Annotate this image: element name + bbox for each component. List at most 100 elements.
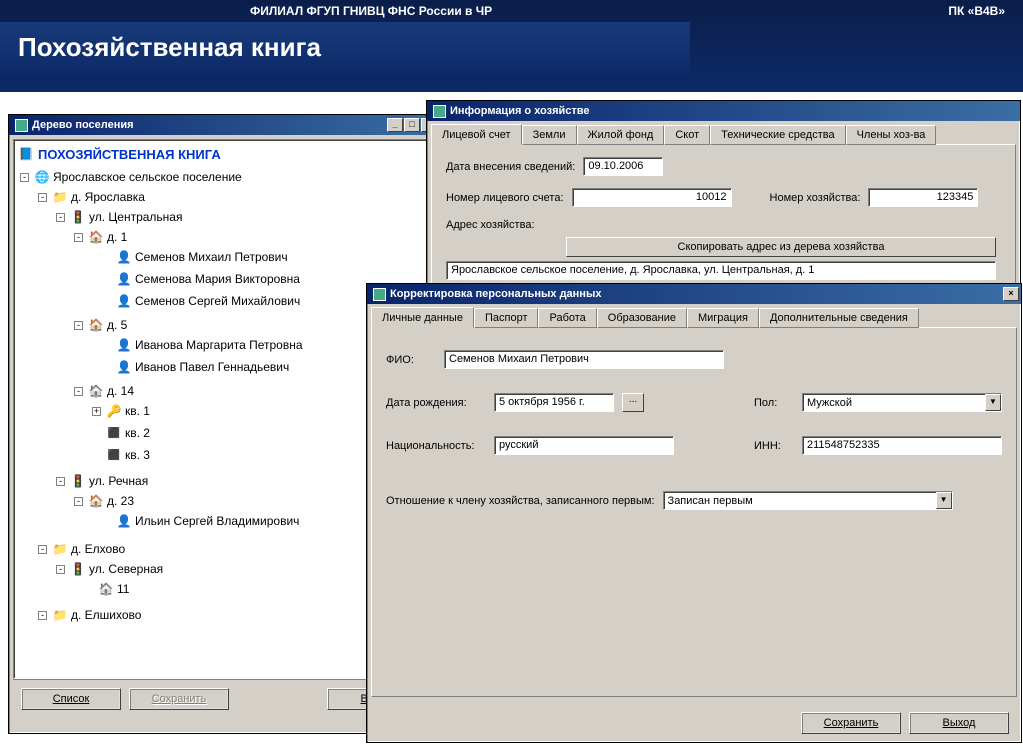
personal-tabs: Личные данные Паспорт Работа Образование… (371, 308, 1017, 328)
household-no-input[interactable]: 123345 (868, 188, 978, 207)
list-button[interactable]: Список (21, 688, 121, 710)
globe-icon (34, 169, 50, 185)
tab-lands[interactable]: Земли (522, 125, 577, 145)
person-node[interactable]: Ильин Сергей Владимирович (135, 514, 299, 528)
collapser-icon[interactable]: - (74, 233, 83, 242)
house-node[interactable]: 11 (117, 582, 129, 596)
person-node[interactable]: Иванова Маргарита Петровна (135, 338, 303, 352)
save-button[interactable]: Сохранить (129, 688, 229, 710)
house-node[interactable]: д. 23 (107, 494, 134, 508)
street-icon (70, 561, 86, 577)
app-banner: ФИЛИАЛ ФГУП ГНИВЦ ФНС России в ЧР ПК «B4… (0, 0, 1023, 92)
household-titlebar[interactable]: Информация о хозяйстве (427, 101, 1020, 121)
date-picker-button[interactable]: ... (622, 393, 644, 412)
tree-window-title: Дерево поселения (32, 119, 134, 131)
account-no-label: Номер лицевого счета: (446, 192, 564, 204)
chevron-down-icon: ▼ (985, 394, 1001, 411)
tab-extra[interactable]: Дополнительные сведения (759, 308, 919, 328)
sex-select[interactable]: Мужской ▼ (802, 393, 1002, 412)
collapser-icon[interactable]: - (74, 497, 83, 506)
folder-icon (52, 189, 68, 205)
household-window: Информация о хозяйстве Лицевой счет Земл… (426, 100, 1021, 290)
street-node[interactable]: ул. Речная (89, 474, 148, 488)
village-node[interactable]: д. Елхово (71, 542, 125, 556)
inn-label: ИНН: (754, 440, 794, 452)
collapser-icon[interactable]: - (74, 321, 83, 330)
sex-label: Пол: (754, 397, 794, 409)
window-icon (373, 288, 386, 301)
collapser-icon[interactable]: + (92, 407, 101, 416)
maximize-button[interactable]: □ (404, 118, 420, 132)
apt-node[interactable]: кв. 2 (125, 426, 150, 440)
collapser-icon[interactable]: - (38, 611, 47, 620)
village-node[interactable]: д. Елшихово (71, 608, 141, 622)
tab-tech[interactable]: Технические средства (710, 125, 845, 145)
tree-root-label: ПОХОЗЯЙСТВЕННАЯ КНИГА (38, 147, 221, 162)
fio-label: ФИО: (386, 354, 436, 366)
household-no-label: Номер хозяйства: (770, 192, 861, 204)
person-icon (116, 337, 132, 353)
street-node[interactable]: ул. Северная (89, 562, 163, 576)
personal-titlebar[interactable]: Корректировка персональных данных × (367, 284, 1021, 304)
chevron-down-icon: ▼ (936, 492, 952, 509)
tab-members[interactable]: Члены хоз-ва (846, 125, 937, 145)
save-button[interactable]: Сохранить (801, 712, 901, 734)
house-grey-icon (88, 383, 104, 399)
person-node[interactable]: Иванов Павел Геннадьевич (135, 360, 289, 374)
tab-work[interactable]: Работа (538, 308, 596, 328)
tab-education[interactable]: Образование (597, 308, 687, 328)
person-icon (116, 293, 132, 309)
entry-date-label: Дата внесения сведений: (446, 161, 575, 173)
tab-migration[interactable]: Миграция (687, 308, 759, 328)
copy-address-button[interactable]: Скопировать адрес из дерева хозяйства (566, 237, 996, 257)
house-node[interactable]: д. 1 (107, 230, 127, 244)
village-node[interactable]: д. Ярославка (71, 190, 145, 204)
collapser-icon[interactable]: - (56, 565, 65, 574)
collapser-icon[interactable]: - (38, 545, 47, 554)
tab-cattle[interactable]: Скот (664, 125, 710, 145)
account-no-input[interactable]: 10012 (572, 188, 732, 207)
close-button[interactable]: × (1003, 287, 1019, 301)
tab-passport[interactable]: Паспорт (474, 308, 539, 328)
household-window-title: Информация о хозяйстве (450, 105, 590, 117)
fio-input[interactable]: Семенов Михаил Петрович (444, 350, 724, 369)
tab-account[interactable]: Лицевой счет (431, 124, 522, 145)
house-node[interactable]: д. 5 (107, 318, 127, 332)
collapser-icon[interactable]: - (20, 173, 29, 182)
address-input[interactable]: Ярославское сельское поселение, д. Яросл… (446, 261, 996, 280)
house-node[interactable]: д. 14 (107, 384, 134, 398)
relation-value: Записан первым (668, 495, 753, 507)
person-node[interactable]: Семенова Мария Викторовна (135, 272, 300, 286)
personal-window: Корректировка персональных данных × Личн… (366, 283, 1022, 743)
collapser-icon[interactable]: - (56, 213, 65, 222)
street-icon (70, 473, 86, 489)
inn-input[interactable]: 211548752335 (802, 436, 1002, 455)
person-node[interactable]: Семенов Михаил Петрович (135, 250, 288, 264)
minimize-button[interactable]: _ (387, 118, 403, 132)
collapser-icon[interactable]: - (38, 193, 47, 202)
street-node[interactable]: ул. Центральная (89, 210, 182, 224)
folder-icon (52, 607, 68, 623)
dob-input[interactable]: 5 октября 1956 г. (494, 393, 614, 412)
sex-value: Мужской (807, 397, 852, 409)
relation-label: Отношение к члену хозяйства, записанного… (386, 495, 655, 507)
tab-housing[interactable]: Жилой фонд (577, 125, 665, 145)
person-node[interactable]: Семенов Сергей Михайлович (135, 294, 300, 308)
settlement-node[interactable]: Ярославское сельское поселение (53, 170, 242, 184)
nationality-input[interactable]: русский (494, 436, 674, 455)
relation-select[interactable]: Записан первым ▼ (663, 491, 953, 510)
apt-node[interactable]: кв. 1 (125, 404, 150, 418)
apt-node[interactable]: кв. 3 (125, 448, 150, 462)
entry-date-input[interactable]: 09.10.2006 (583, 157, 663, 176)
address-label: Адрес хозяйства: (446, 219, 535, 231)
grey-icon (106, 447, 122, 463)
person-icon (116, 513, 132, 529)
grey-icon (106, 425, 122, 441)
window-icon (433, 105, 446, 118)
page-title: Похозяйственная книга (0, 22, 690, 75)
exit-button[interactable]: Выход (909, 712, 1009, 734)
collapser-icon[interactable]: - (56, 477, 65, 486)
tab-personal[interactable]: Личные данные (371, 307, 474, 328)
collapser-icon[interactable]: - (74, 387, 83, 396)
tree-titlebar[interactable]: Дерево поселения _ □ × (9, 115, 439, 135)
